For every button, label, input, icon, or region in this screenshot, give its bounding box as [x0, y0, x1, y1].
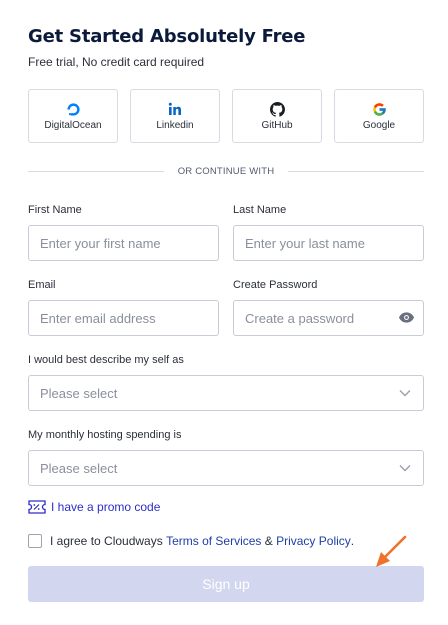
divider-text: OR CONTINUE WITH: [177, 165, 275, 177]
spending-label: My monthly hosting spending is: [28, 429, 182, 441]
social-login-providers: DigitalOcean Linkedin GitHub Google: [28, 89, 424, 143]
chevron-down-icon: [398, 386, 412, 400]
email-input[interactable]: [28, 300, 219, 336]
promo-code-link[interactable]: I have a promo code: [28, 500, 160, 514]
google-icon: [371, 101, 387, 117]
digitalocean-icon: [65, 101, 81, 117]
terms-suffix: .: [350, 534, 355, 548]
github-label: GitHub: [261, 120, 293, 131]
digitalocean-button[interactable]: DigitalOcean: [28, 89, 118, 143]
last-name-input[interactable]: [233, 225, 424, 261]
divider-line-left: [28, 170, 164, 172]
describe-select[interactable]: Please select: [28, 375, 424, 411]
github-button[interactable]: GitHub: [232, 89, 322, 143]
page-subtitle: Free trial, No credit card required: [28, 55, 205, 69]
email-label: Email: [28, 279, 56, 291]
linkedin-icon: [167, 101, 183, 117]
sign-up-button[interactable]: Sign up: [28, 566, 424, 602]
describe-selected-value: Please select: [40, 385, 118, 401]
google-button[interactable]: Google: [334, 89, 424, 143]
terms-amp: &: [261, 534, 277, 548]
terms-prefix: I agree to Cloudways: [50, 534, 167, 548]
terms-agreement: I agree to Cloudways Terms of Services &…: [28, 534, 354, 548]
linkedin-button[interactable]: Linkedin: [130, 89, 220, 143]
digitalocean-label: DigitalOcean: [44, 120, 102, 131]
terms-checkbox[interactable]: [28, 534, 42, 548]
google-label: Google: [362, 120, 396, 131]
linkedin-label: Linkedin: [156, 120, 194, 131]
terms-of-service-link[interactable]: Terms of Services: [166, 534, 261, 548]
describe-label: I would best describe my self as: [28, 354, 184, 366]
last-name-label: Last Name: [233, 204, 287, 216]
password-label: Create Password: [233, 279, 318, 291]
annotation-arrow-icon: [376, 535, 407, 567]
page-title: Get Started Absolutely Free: [28, 26, 306, 47]
privacy-policy-link[interactable]: Privacy Policy: [276, 534, 351, 548]
chevron-down-icon: [398, 461, 412, 475]
eye-icon[interactable]: [397, 309, 415, 325]
or-divider: OR CONTINUE WITH: [28, 164, 425, 178]
divider-line-right: [288, 170, 425, 172]
first-name-input[interactable]: [28, 225, 219, 261]
ticket-icon: [28, 500, 46, 514]
first-name-label: First Name: [28, 204, 82, 216]
github-icon: [269, 101, 285, 117]
spending-select[interactable]: Please select: [28, 450, 424, 486]
password-input[interactable]: [233, 300, 424, 336]
spending-selected-value: Please select: [40, 460, 118, 476]
promo-code-text: I have a promo code: [51, 500, 161, 514]
